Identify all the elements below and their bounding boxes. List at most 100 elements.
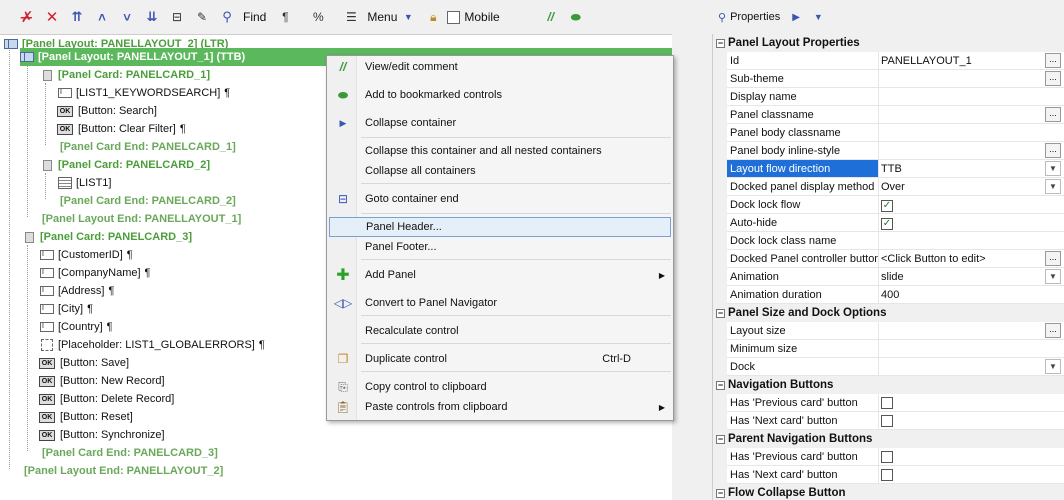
comment-icon[interactable]: // <box>540 6 562 28</box>
menu-item-recalculate[interactable]: Recalculate control <box>329 321 671 341</box>
collapse-icon[interactable]: − <box>716 38 725 48</box>
category-navigation-buttons[interactable]: − Navigation Buttons <box>713 376 1064 394</box>
menu-item-copy-clipboard[interactable]: ⎘ Copy control to clipboard <box>329 377 671 397</box>
property-row[interactable]: Minimum size <box>713 340 1064 358</box>
property-row[interactable]: Dock ▼ <box>713 358 1064 376</box>
menu-item-collapse-all[interactable]: Collapse all containers <box>329 161 671 181</box>
ellipsis-button[interactable]: ... <box>1045 71 1061 86</box>
property-row[interactable]: Docked panel display method Over ▼ <box>713 178 1064 196</box>
property-row[interactable]: Docked Panel controller button <Click Bu… <box>713 250 1064 268</box>
ellipsis-button[interactable]: ... <box>1045 143 1061 158</box>
tree-row[interactable]: OK [Button: Search] <box>56 102 157 120</box>
ellipsis-button[interactable]: ... <box>1045 251 1061 266</box>
tree-row[interactable]: [Panel Card End: PANELCARD_2] <box>60 192 236 210</box>
auto-hide-checkbox[interactable]: ✓ <box>881 218 893 230</box>
property-row[interactable]: Display name <box>713 88 1064 106</box>
chevron-down-icon[interactable]: ▼ <box>814 12 823 22</box>
menu-item-duplicate[interactable]: ❐ Duplicate control Ctrl-D <box>329 349 671 369</box>
property-row[interactable]: Id PANELLAYOUT_1 ... <box>713 52 1064 70</box>
category-panel-size-dock[interactable]: − Panel Size and Dock Options <box>713 304 1064 322</box>
find-button[interactable]: Find <box>243 10 266 24</box>
dropdown-chevron-icon[interactable]: ▼ <box>1045 269 1061 284</box>
pilcrow-button[interactable]: ¶ <box>274 6 296 28</box>
delete-icon[interactable]: ✕ <box>41 6 63 28</box>
property-row[interactable]: Dock lock flow ✓ <box>713 196 1064 214</box>
property-row[interactable]: Has 'Next card' button <box>713 412 1064 430</box>
collapse-icon[interactable]: − <box>716 380 725 390</box>
category-flow-collapse-button[interactable]: − Flow Collapse Button <box>713 484 1064 500</box>
tree-row[interactable]: I [CompanyName] ¶ <box>40 264 150 282</box>
properties-wand-icon[interactable]: ✎ <box>191 6 213 28</box>
tree-row[interactable]: I [Country] ¶ <box>40 318 113 336</box>
move-down-icon[interactable]: ˅ <box>116 6 138 28</box>
ellipsis-button[interactable]: ... <box>1045 323 1061 338</box>
tree-row[interactable]: [LIST1] <box>58 174 111 192</box>
tree-row[interactable]: I [LIST1_KEYWORDSEARCH] ¶ <box>58 84 230 102</box>
list-icon[interactable]: ☰ <box>340 6 362 28</box>
percent-button[interactable]: % <box>307 6 329 28</box>
tree-row[interactable]: OK [Button: Synchronize] <box>38 426 165 444</box>
property-row[interactable]: Animation duration 400 <box>713 286 1064 304</box>
chevron-down-icon[interactable]: ▼ <box>397 6 419 28</box>
move-up-icon[interactable]: ˄ <box>91 6 113 28</box>
has-next-card-checkbox[interactable] <box>881 415 893 427</box>
tree-row[interactable]: OK [Button: Clear Filter] ¶ <box>56 120 186 138</box>
chevron-right-icon[interactable]: ▶ <box>792 12 800 23</box>
dropdown-chevron-icon[interactable]: ▼ <box>1045 179 1061 194</box>
menu-item-collapse-container[interactable]: ▶ Collapse container <box>329 113 671 133</box>
dropdown-chevron-icon[interactable]: ▼ <box>1045 359 1061 374</box>
tree-row[interactable]: I [City] ¶ <box>40 300 93 318</box>
property-row[interactable]: Animation slide ▼ <box>713 268 1064 286</box>
collapse-icon[interactable]: − <box>716 434 725 444</box>
property-row[interactable]: Has 'Previous card' button <box>713 394 1064 412</box>
tree-row[interactable]: I [Address] ¶ <box>40 282 114 300</box>
has-previous-card-checkbox[interactable] <box>881 397 893 409</box>
tree-row[interactable]: OK [Button: New Record] <box>38 372 165 390</box>
dock-lock-flow-checkbox[interactable]: ✓ <box>881 200 893 212</box>
category-panel-layout-properties[interactable]: − Panel Layout Properties <box>713 34 1064 52</box>
property-row[interactable]: Layout size ... <box>713 322 1064 340</box>
tree-row[interactable]: I [CustomerID] ¶ <box>40 246 133 264</box>
property-row[interactable]: Has 'Previous card' button <box>713 448 1064 466</box>
property-row[interactable]: Has 'Next card' button <box>713 466 1064 484</box>
tree-row[interactable]: [Placeholder: LIST1_GLOBALERRORS] ¶ <box>40 336 265 354</box>
mobile-checkbox[interactable] <box>447 10 461 24</box>
ellipsis-button[interactable]: ... <box>1045 107 1061 122</box>
property-row[interactable]: Panel classname ... <box>713 106 1064 124</box>
tree-row[interactable]: [Panel Card: PANELCARD_2] <box>40 156 210 174</box>
collapse-icon[interactable]: − <box>716 488 725 498</box>
collapse-icon[interactable]: − <box>716 308 725 318</box>
parent-has-next-card-checkbox[interactable] <box>881 469 893 481</box>
menu-item-panel-footer[interactable]: Panel Footer... <box>329 237 671 257</box>
tree-row[interactable]: OK [Button: Delete Record] <box>38 390 174 408</box>
tree-row[interactable]: [Panel Layout End: PANELLAYOUT_2] <box>24 462 223 480</box>
menu-item-add-panel[interactable]: ✚ Add Panel ▶ <box>329 265 671 285</box>
menu-item-panel-header[interactable]: Panel Header... <box>329 217 671 237</box>
property-row[interactable]: Sub-theme ... <box>713 70 1064 88</box>
property-row[interactable]: Panel body inline-style ... <box>713 142 1064 160</box>
tree-row[interactable]: [Panel Card: PANELCARD_3] <box>22 228 192 246</box>
category-parent-navigation-buttons[interactable]: − Parent Navigation Buttons <box>713 430 1064 448</box>
tree-row[interactable]: OK [Button: Reset] <box>38 408 133 426</box>
menu-item-goto-container-end[interactable]: ⊟ Goto container end <box>329 189 671 209</box>
tree-row[interactable]: [Panel Card: PANELCARD_1] <box>40 66 210 84</box>
move-bottom-icon[interactable]: ⇊ <box>141 6 163 28</box>
property-row[interactable]: Panel body classname <box>713 124 1064 142</box>
tree-row[interactable]: [Panel Card End: PANELCARD_3] <box>42 444 218 462</box>
find-icon[interactable]: ⚲ <box>216 6 238 28</box>
bookmark-icon[interactable]: ⬬ <box>565 6 587 28</box>
delete-all-icon[interactable]: ✗̶ <box>16 6 38 28</box>
property-row[interactable]: Dock lock class name <box>713 232 1064 250</box>
tree-row[interactable]: [Panel Layout End: PANELLAYOUT_1] <box>42 210 241 228</box>
menu-item-collapse-nested[interactable]: Collapse this container and all nested c… <box>329 141 671 161</box>
menu-item-view-edit-comment[interactable]: // View/edit comment <box>329 57 671 77</box>
goto-end-icon[interactable]: ⊟ <box>166 6 188 28</box>
menu-item-paste-clipboard[interactable]: 📋︎ Paste controls from clipboard ▶ <box>329 397 671 417</box>
ellipsis-button[interactable]: ... <box>1045 53 1061 68</box>
property-grid[interactable]: − Panel Layout Properties Id PANELLAYOUT… <box>712 34 1064 500</box>
menu-item-add-bookmark[interactable]: ⬬ Add to bookmarked controls <box>329 85 671 105</box>
move-top-icon[interactable]: ⇈ <box>66 6 88 28</box>
lock-icon[interactable]: 🔒︎ <box>422 6 444 28</box>
menu-button[interactable]: Menu <box>367 10 397 24</box>
tree-row[interactable]: [Panel Card End: PANELCARD_1] <box>60 138 236 156</box>
